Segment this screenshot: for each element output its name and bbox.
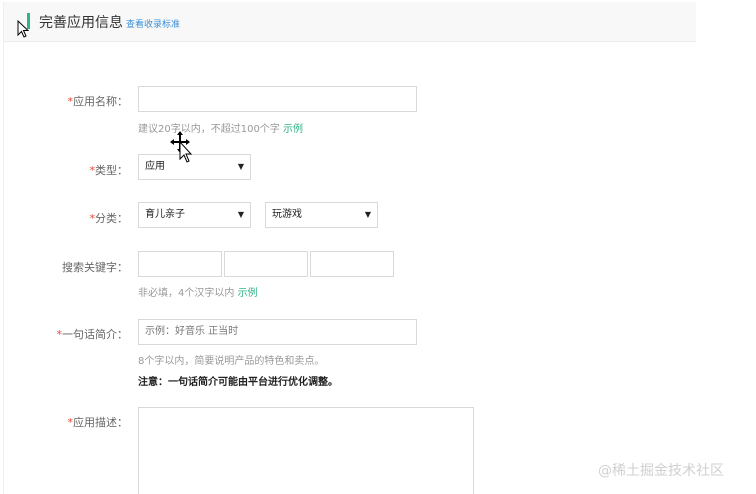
keywords-hint: 非必填，4个汉字以内 示例 xyxy=(138,284,258,299)
app-name-label-text: 应用名称： xyxy=(73,95,128,108)
keyword-input-1[interactable] xyxy=(138,251,222,277)
keywords-example-link[interactable]: 示例 xyxy=(238,288,258,299)
chevron-down-icon: ▼ xyxy=(364,210,371,219)
app-name-hint-text: 建议20字以内，不超过100个字 xyxy=(138,124,280,135)
type-label: *类型： xyxy=(3,162,129,178)
app-name-hint: 建议20字以内，不超过100个字 示例 xyxy=(138,120,303,135)
chevron-down-icon: ▼ xyxy=(237,162,244,171)
page-title: 完善应用信息 xyxy=(39,15,123,31)
arrow-cursor-icon xyxy=(17,20,29,38)
tagline-input[interactable]: 示例：好音乐 正当时 xyxy=(138,319,417,345)
category-primary-select[interactable]: 育儿亲子 ▼ xyxy=(138,202,251,228)
type-label-text: 类型： xyxy=(95,164,128,177)
watermark: @稀土掘金技术社区 xyxy=(598,463,724,479)
category-secondary-select[interactable]: 玩游戏 ▼ xyxy=(265,202,378,228)
panel-header: 完善应用信息 查看收录标准 xyxy=(4,2,696,42)
category-label-text: 分类： xyxy=(95,212,128,225)
tagline-hint: 8个字以内，简要说明产品的特色和卖点。 xyxy=(138,356,325,367)
type-selected-value: 应用 xyxy=(145,161,165,172)
tagline-note: 注意：一句话简介可能由平台进行优化调整。 xyxy=(138,377,338,388)
tagline-label: *一句话简介： xyxy=(3,326,129,342)
category-primary-value: 育儿亲子 xyxy=(145,209,185,220)
keywords-label: 搜索关键字： xyxy=(62,261,128,274)
keyword-input-3[interactable] xyxy=(310,251,394,277)
view-standards-link[interactable]: 查看收录标准 xyxy=(126,17,180,30)
category-label: *分类： xyxy=(3,210,129,226)
description-label: *应用描述： xyxy=(3,414,129,430)
category-secondary-value: 玩游戏 xyxy=(272,209,302,220)
description-label-text: 应用描述： xyxy=(73,416,128,429)
app-name-example-link[interactable]: 示例 xyxy=(283,124,303,135)
chevron-down-icon: ▼ xyxy=(237,210,244,219)
keywords-hint-text: 非必填，4个汉字以内 xyxy=(138,288,235,299)
keyword-input-2[interactable] xyxy=(224,251,308,277)
app-name-input[interactable] xyxy=(138,86,417,112)
move-cursor-icon xyxy=(170,131,193,163)
description-textarea[interactable] xyxy=(138,407,474,494)
tagline-label-text: 一句话简介： xyxy=(62,328,128,341)
app-name-label: *应用名称： xyxy=(3,93,129,109)
